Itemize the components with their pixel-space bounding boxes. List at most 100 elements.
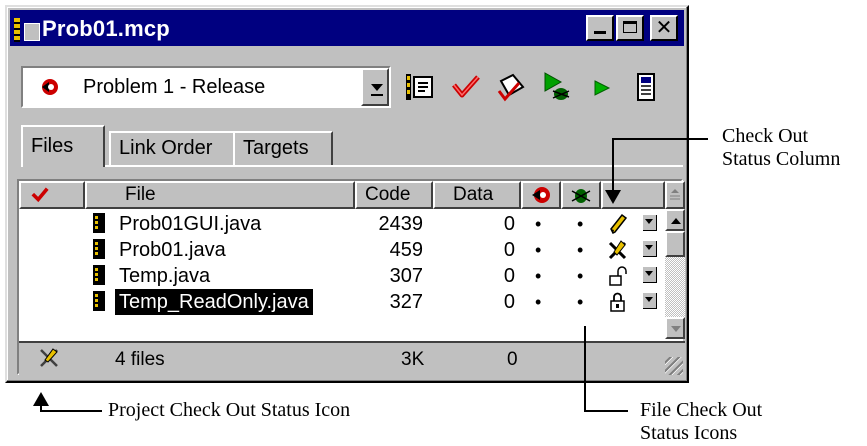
java-file-icon [93, 213, 105, 233]
java-file-icon [93, 265, 105, 285]
scroll-up-button[interactable] [665, 209, 685, 231]
resize-grip[interactable] [665, 357, 683, 375]
check-syntax-icon[interactable] [451, 71, 481, 103]
file-row-selected[interactable]: Temp_ReadOnly.java 327 0 • • [19, 289, 659, 315]
file-rows: Prob01GUI.java 2439 0 • • Prob01.java 45… [19, 209, 659, 339]
code-size: 459 [389, 239, 423, 261]
code-column-label: Code [365, 184, 411, 205]
project-file-icon [14, 18, 20, 42]
bug-icon [571, 189, 591, 203]
file-row[interactable]: Prob01.java 459 0 • • [19, 237, 659, 263]
tab-files[interactable]: Files [21, 125, 105, 167]
target-dot: • [535, 266, 542, 286]
minimize-icon [594, 31, 606, 34]
chevron-down-icon [371, 84, 383, 91]
touch-column-header[interactable] [19, 181, 85, 209]
code-size: 307 [389, 265, 423, 287]
file-row[interactable]: Temp.java 307 0 • • [19, 263, 659, 289]
debug-icon[interactable] [541, 71, 571, 103]
data-column-label: Data [453, 184, 494, 205]
debug-dot: • [577, 292, 584, 312]
target-dot: • [535, 214, 542, 234]
file-column-header[interactable]: File [85, 181, 355, 209]
java-file-icon [93, 291, 105, 311]
row-menu-button[interactable] [643, 293, 657, 309]
project-check-out-status-icon-caption: Project Check Out Status Icon [108, 399, 351, 421]
not-checked-out-icon [608, 240, 627, 260]
pencil-icon [610, 213, 628, 235]
bring-up-to-date-icon[interactable] [495, 71, 525, 103]
title-bar[interactable]: Prob01.mcp ✕ [10, 10, 684, 46]
scroll-down-button[interactable] [665, 317, 685, 339]
file-count: 4 files [115, 349, 165, 370]
locked-icon [610, 292, 625, 312]
code-size: 327 [389, 291, 423, 313]
file-name: Prob01GUI.java [119, 213, 262, 235]
total-code: 3K [401, 349, 425, 370]
callout-line [584, 326, 586, 412]
callout-line [612, 138, 708, 140]
column-header-row: File Code Data [19, 181, 685, 209]
project-inspector-icon[interactable] [631, 71, 661, 103]
row-menu-button[interactable] [643, 267, 657, 283]
tab-targets[interactable]: Targets [233, 131, 333, 165]
file-check-out-status-icons-caption: File Check Out Status Icons [640, 399, 763, 444]
tab-link-order-label: Link Order [119, 137, 213, 159]
total-data: 0 [507, 349, 518, 370]
arrow-down-icon [671, 326, 681, 332]
data-size: 0 [503, 239, 515, 261]
target-icon [532, 187, 550, 203]
window-title: Prob01.mcp [42, 16, 170, 41]
debug-dot: • [577, 240, 584, 260]
data-size: 0 [503, 213, 515, 235]
document-icon [24, 23, 40, 41]
row-menu-button[interactable] [643, 241, 657, 257]
file-name: Prob01.java [119, 239, 226, 261]
check-out-status-column-caption: Check Out Status Column [722, 125, 841, 170]
debug-dot: • [577, 266, 584, 286]
close-icon: ✕ [655, 17, 673, 39]
target-dot: • [535, 240, 542, 260]
data-size: 0 [503, 291, 515, 313]
vertical-scrollbar[interactable] [665, 209, 685, 339]
unlocked-icon [609, 266, 627, 286]
target-dot: • [535, 292, 542, 312]
data-column-header[interactable]: Data [433, 181, 521, 209]
debug-column-header[interactable] [561, 181, 601, 209]
dropdown-arrow-button[interactable] [361, 68, 389, 106]
code-column-header[interactable]: Code [355, 181, 433, 209]
tab-targets-label: Targets [243, 137, 309, 159]
file-name: Temp.java [119, 265, 211, 287]
target-column-header[interactable] [521, 181, 561, 209]
tab-link-order[interactable]: Link Order [109, 131, 235, 165]
target-dropdown[interactable]: Problem 1 - Release [21, 66, 391, 108]
close-button[interactable]: ✕ [650, 15, 678, 41]
checkmark-icon [31, 187, 49, 203]
scroll-thumb[interactable] [665, 231, 685, 257]
target-label: Problem 1 - Release [83, 76, 266, 98]
settings-icon[interactable] [405, 71, 435, 103]
project-checkout-status-icon[interactable] [37, 347, 61, 369]
data-size: 0 [503, 265, 515, 287]
file-name: Temp_ReadOnly.java [115, 289, 313, 315]
project-window: Prob01.mcp ✕ Problem 1 - Release Files L… [5, 5, 689, 383]
callout-line [40, 410, 102, 412]
maximize-button[interactable] [616, 15, 644, 41]
debug-dot: • [577, 214, 584, 234]
callout-line [584, 410, 628, 412]
column-options-button[interactable] [665, 181, 685, 209]
java-file-icon [93, 239, 105, 259]
file-column-label: File [125, 184, 156, 205]
column-menu-icon [670, 189, 680, 200]
tab-files-label: Files [31, 135, 74, 157]
arrow-up-icon [671, 218, 681, 224]
file-row[interactable]: Prob01GUI.java 2439 0 • • [19, 211, 659, 237]
maximize-icon [623, 21, 637, 33]
row-menu-button[interactable] [643, 215, 657, 231]
code-size: 2439 [378, 213, 424, 235]
callout-arrowhead [605, 190, 621, 204]
minimize-button[interactable] [586, 15, 614, 41]
run-icon[interactable] [585, 71, 615, 103]
callout-line [612, 138, 614, 192]
target-icon [42, 79, 58, 95]
